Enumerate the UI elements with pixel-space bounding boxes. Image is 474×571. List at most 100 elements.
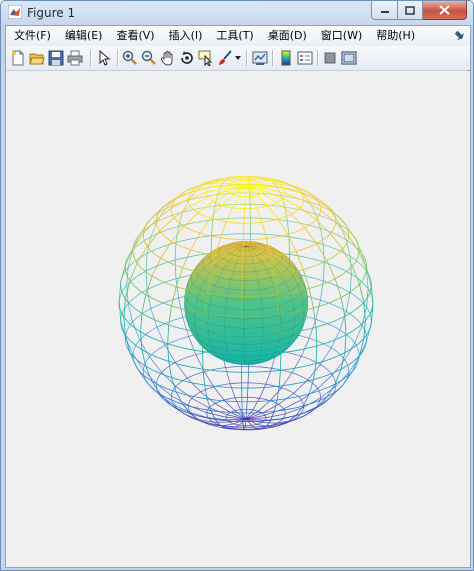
pan-button[interactable] [159, 49, 177, 67]
mesh-line [122, 293, 126, 300]
mesh-line [154, 262, 165, 268]
mesh-line [211, 234, 225, 237]
mesh-line [188, 201, 190, 204]
mesh-line [297, 374, 304, 378]
mesh-line [145, 253, 148, 272]
new-figure-button[interactable] [9, 49, 27, 67]
mesh-line [259, 383, 266, 385]
mesh-line [188, 193, 191, 197]
brush-button[interactable] [216, 49, 234, 67]
mesh-line [187, 375, 193, 379]
mesh-line [311, 263, 320, 268]
mesh-line [227, 412, 230, 415]
colorbar-button[interactable] [277, 49, 295, 67]
open-file-button[interactable] [28, 49, 46, 67]
mesh-line [150, 250, 156, 255]
close-button[interactable] [423, 1, 467, 20]
mesh-line [254, 382, 261, 384]
mesh-line [265, 368, 272, 385]
mesh-line [352, 306, 359, 313]
mesh-line [188, 407, 190, 411]
mesh-line [340, 218, 346, 224]
mesh-line [198, 251, 207, 255]
mesh-line [280, 368, 293, 371]
mesh-line [156, 375, 160, 381]
mesh-line [167, 261, 175, 266]
menu-window[interactable]: 窗口(W) [314, 26, 369, 46]
menu-desktop[interactable]: 桌面(D) [261, 26, 314, 46]
mesh-line [334, 214, 337, 219]
mesh-line [276, 386, 280, 401]
title-bar[interactable]: Figure 1 [1, 1, 473, 25]
mesh-line [299, 415, 305, 419]
figure-canvas[interactable] [6, 71, 470, 567]
mesh-line [122, 284, 128, 291]
show-plot-tools-button[interactable] [340, 49, 358, 67]
mesh-line [134, 344, 143, 351]
sphere-plot[interactable] [6, 71, 470, 567]
mesh-line [300, 335, 310, 339]
mesh-line [230, 182, 232, 184]
mesh-line [321, 236, 327, 241]
menu-edit[interactable]: 编辑(E) [58, 26, 110, 46]
maximize-button[interactable] [398, 1, 423, 20]
mesh-line [256, 366, 265, 368]
mesh-line [264, 366, 272, 369]
mesh-line [264, 419, 266, 421]
brush-dropdown-button[interactable] [233, 49, 243, 67]
mesh-line [140, 331, 143, 350]
mesh-line [326, 356, 337, 361]
mesh-line [316, 243, 328, 261]
dock-arrow-icon[interactable] [454, 30, 464, 40]
mesh-line [183, 225, 190, 230]
mesh-line [225, 367, 231, 384]
mesh-line [301, 399, 304, 403]
mesh-line [151, 275, 160, 281]
zoom-out-button[interactable] [140, 49, 158, 67]
minimize-button[interactable] [371, 1, 398, 20]
mesh-line [301, 238, 313, 242]
mesh-line [351, 355, 360, 372]
mesh-line [200, 389, 205, 393]
menu-insert[interactable]: 插入(I) [162, 26, 210, 46]
mesh-line [145, 271, 148, 290]
mesh-line [227, 398, 232, 400]
menu-file[interactable]: 文件(F) [6, 26, 58, 46]
mesh-line [199, 217, 211, 234]
mesh-line [188, 336, 197, 355]
mesh-line [319, 203, 321, 208]
print-button[interactable] [66, 49, 84, 67]
mesh-line [227, 184, 229, 187]
zoom-in-button[interactable] [121, 49, 139, 67]
mesh-line [142, 365, 145, 370]
menu-view[interactable]: 查看(V) [109, 26, 161, 46]
mesh-line [229, 192, 232, 195]
mesh-line [284, 407, 295, 411]
legend-button[interactable] [296, 49, 314, 67]
mesh-line [265, 383, 272, 386]
mesh-line [171, 377, 177, 393]
mesh-line [280, 195, 286, 208]
menu-tools[interactable]: 工具(T) [209, 26, 260, 46]
mesh-line [224, 233, 238, 235]
mesh-line [144, 241, 148, 247]
mesh-line [364, 258, 367, 264]
menu-help[interactable]: 帮助(H) [369, 26, 422, 46]
hide-plot-tools-button[interactable] [321, 49, 339, 67]
mesh-line [282, 197, 301, 209]
link-plot-button[interactable] [251, 49, 269, 67]
mesh-line [255, 221, 262, 224]
mesh-line [161, 302, 172, 307]
mesh-line [327, 338, 338, 344]
legend-icon [297, 51, 313, 65]
edit-plot-button[interactable] [95, 49, 113, 67]
mesh-line [190, 205, 193, 209]
save-button[interactable] [47, 49, 65, 67]
data-cursor-button[interactable] [197, 49, 215, 67]
mesh-line [299, 227, 305, 231]
rotate-3d-button[interactable] [178, 49, 196, 67]
mesh-line [226, 185, 228, 187]
mesh-line [182, 377, 188, 382]
mesh-line [344, 334, 347, 353]
mesh-line [175, 256, 187, 261]
